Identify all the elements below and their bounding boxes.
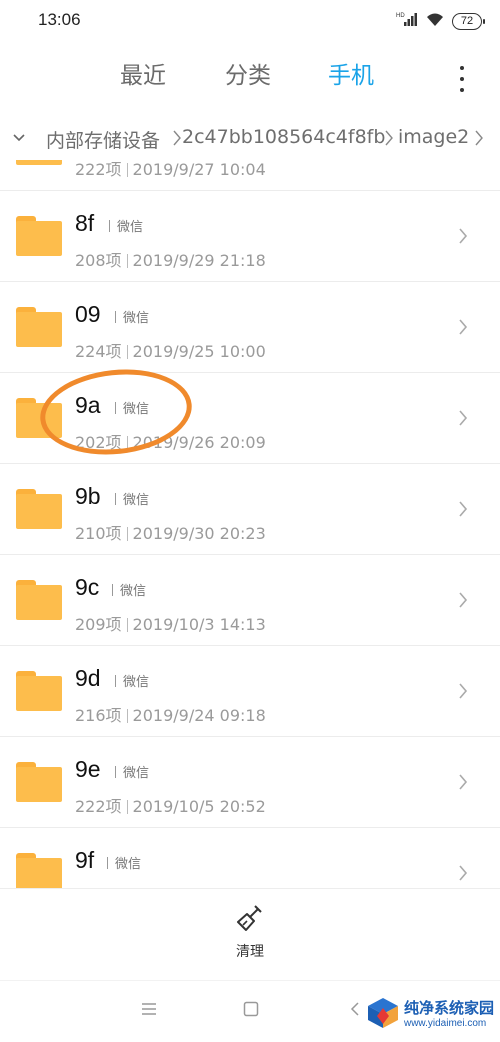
folder-meta: 208项 2019/9/29 21:18	[75, 251, 266, 270]
status-bar: 13:06 HD 72	[0, 0, 500, 44]
folder-tag: 微信	[115, 671, 149, 690]
wifi-icon	[425, 11, 445, 31]
folder-tag: 微信	[115, 307, 149, 326]
more-options-icon[interactable]	[460, 66, 466, 92]
tab-bar: 最近 分类 手机	[0, 56, 500, 102]
folder-tag: 微信	[115, 489, 149, 508]
tab-category[interactable]: 分类	[225, 56, 271, 90]
chevron-down-icon[interactable]	[12, 130, 26, 149]
chevron-right-icon	[458, 772, 468, 796]
signal-icon: HD	[396, 11, 418, 31]
folder-meta: 202项 2019/9/26 20:09	[75, 433, 266, 452]
status-icons: HD 72	[396, 11, 485, 31]
list-item[interactable]: 9e 微信 222项 2019/10/5 20:52	[0, 737, 500, 828]
folder-tag: 微信	[107, 853, 141, 872]
folder-name: 9f	[75, 847, 95, 873]
list-item[interactable]: 9c 微信 209项 2019/10/3 14:13	[0, 555, 500, 646]
breadcrumb-item-storage[interactable]: 内部存储设备	[46, 126, 160, 153]
status-time: 13:06	[38, 10, 81, 29]
folder-meta: 224项 2019/9/25 10:00	[75, 342, 266, 361]
chevron-right-icon	[458, 681, 468, 705]
folder-tag: 微信	[112, 580, 146, 599]
chevron-right-icon	[458, 226, 468, 250]
folder-meta: 222项 2019/9/27 10:04	[75, 160, 266, 179]
chevron-right-icon	[458, 408, 468, 432]
folder-meta: 216项 2019/9/24 09:18	[75, 706, 266, 725]
clean-label: 清理	[236, 944, 264, 960]
chevron-right-icon	[474, 128, 484, 152]
folder-list: 222项 2019/9/27 10:04 8f 微信 208项 2019/9/29 …	[0, 160, 500, 888]
broom-icon	[235, 903, 265, 937]
tab-recent[interactable]: 最近	[120, 56, 166, 90]
folder-name: 9e	[75, 756, 101, 782]
folder-name: 9d	[75, 665, 101, 691]
folder-meta: 222项 2019/10/5 20:52	[75, 797, 266, 816]
list-item[interactable]: 9b 微信 210项 2019/9/30 20:23	[0, 464, 500, 555]
chevron-right-icon	[458, 863, 468, 887]
folder-name: 9b	[75, 483, 101, 509]
site-logo-icon	[367, 998, 398, 1028]
clean-button[interactable]: 清理	[225, 903, 275, 967]
folder-meta: 210项 2019/9/30 20:23	[75, 524, 266, 543]
folder-icon	[16, 671, 62, 711]
folder-tag: 微信	[109, 216, 143, 235]
folder-icon	[16, 762, 62, 802]
folder-name: 8f	[75, 210, 95, 236]
folder-icon	[16, 216, 62, 256]
list-item[interactable]: 09 微信 224项 2019/9/25 10:00	[0, 282, 500, 373]
network-label: HD	[396, 13, 405, 19]
folder-icon	[16, 398, 62, 438]
breadcrumb-item-folder[interactable]: 2c47bb108564c4f8fb	[182, 126, 385, 148]
folder-icon	[16, 580, 62, 620]
folder-name: 09	[75, 301, 101, 327]
list-item[interactable]: 222项 2019/9/27 10:04	[0, 160, 500, 191]
breadcrumb-item-image2[interactable]: image2	[398, 126, 469, 148]
list-item[interactable]: 8f 微信 208项 2019/9/29 21:18	[0, 191, 500, 282]
chevron-right-icon	[458, 317, 468, 341]
home-icon[interactable]	[243, 1001, 259, 1021]
folder-name: 9c	[75, 574, 100, 600]
folder-meta: 209项 2019/10/3 14:13	[75, 615, 266, 634]
folder-icon	[16, 160, 62, 165]
watermark-title: 纯净系统家园	[403, 999, 494, 1017]
folder-icon	[16, 853, 62, 888]
folder-icon	[16, 307, 62, 347]
chevron-right-icon	[172, 128, 182, 152]
watermark-url: www.yidaimei.com	[403, 1018, 487, 1029]
breadcrumb: 内部存储设备 2c47bb108564c4f8fb image2	[0, 122, 500, 158]
menu-icon[interactable]	[141, 1001, 157, 1021]
folder-tag: 微信	[115, 762, 149, 781]
back-icon[interactable]	[347, 1001, 363, 1021]
folder-tag: 微信	[115, 398, 149, 417]
chevron-right-icon	[458, 590, 468, 614]
battery-icon: 72	[452, 12, 485, 30]
folder-icon	[16, 489, 62, 529]
site-watermark: 纯净系统家园 www.yidaimei.com	[366, 996, 494, 1030]
list-item[interactable]: 9a 微信 202项 2019/9/26 20:09	[0, 373, 500, 464]
tab-phone[interactable]: 手机	[328, 56, 374, 90]
bottom-action-bar: 清理	[0, 888, 500, 980]
chevron-right-icon	[384, 128, 394, 152]
list-item[interactable]: 9d 微信 216项 2019/9/24 09:18	[0, 646, 500, 737]
chevron-right-icon	[458, 499, 468, 523]
folder-name: 9a	[75, 392, 101, 418]
list-item[interactable]: 9f 微信	[0, 828, 500, 888]
